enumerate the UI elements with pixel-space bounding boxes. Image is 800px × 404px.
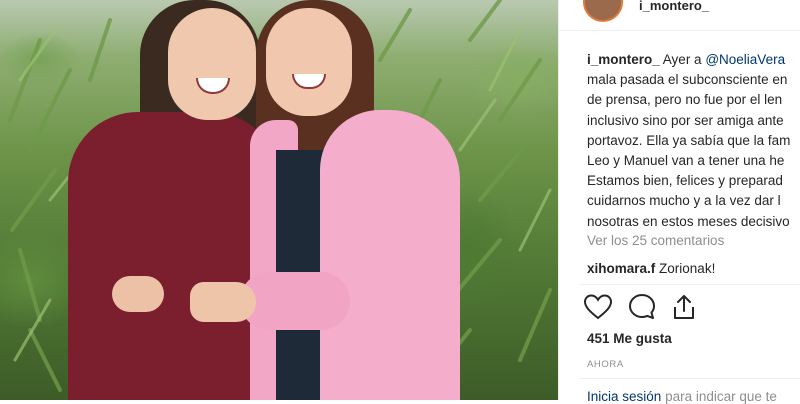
caption-line: Estamos bien, felices y preparad [587, 173, 783, 189]
caption-line: de prensa, pero no fue por el len [587, 92, 783, 108]
post-sidebar: i_montero_ i_montero_ Ayer a @NoeliaVera… [558, 0, 800, 404]
comment-text: Zorionak! [659, 261, 716, 276]
caption-line: i_montero_ Ayer a @NoeliaVera [587, 50, 800, 70]
share-icon[interactable] [669, 292, 699, 322]
arm-pink-sleeve [240, 272, 350, 330]
avatar[interactable] [583, 0, 623, 22]
view-comments-link[interactable]: Ver los 25 comentarios [587, 233, 724, 248]
caption-mention[interactable]: @NoeliaVera [705, 52, 785, 67]
caption-line: inclusivo sino por ser amiga ante [587, 112, 784, 128]
post-caption: i_montero_ Ayer a @NoeliaVera mala pasad… [587, 50, 800, 232]
person-right-cardigan-right [320, 110, 460, 400]
caption-text: Ayer a [662, 52, 706, 67]
footer-divider [579, 378, 800, 379]
person-right-face [266, 8, 352, 116]
login-prompt: Inicia sesión para indicar que te [587, 389, 777, 404]
hand-left [112, 276, 164, 312]
post-photo[interactable] [0, 0, 558, 400]
person-left-face [168, 8, 256, 120]
caption-line: nosotras en estos meses decisivo [587, 213, 790, 229]
post-timestamp: AHORA [587, 359, 624, 370]
caption-line: mala pasada el subconsciente en [587, 72, 788, 88]
person-right-smile [292, 74, 326, 89]
caption-username[interactable]: i_montero_ [587, 52, 660, 67]
header-divider [559, 30, 800, 31]
caption-line: Leo y Manuel van a tener una he [587, 153, 785, 169]
caption-line: portavoz. Ella ya sabía que la fam [587, 132, 791, 148]
hand-right [190, 282, 256, 322]
login-link[interactable]: Inicia sesión [587, 389, 661, 404]
comment-item: xihomara.f Zorionak! [587, 261, 715, 276]
login-prompt-text: para indicar que te [665, 389, 777, 404]
actions-divider [579, 284, 800, 285]
likes-count[interactable]: 451 Me gusta [587, 331, 672, 346]
heart-icon[interactable] [583, 292, 613, 322]
person-left-smile [196, 78, 230, 94]
caption-line: cuidarnos mucho y a la vez dar l [587, 193, 781, 209]
header-username[interactable]: i_montero_ [639, 0, 709, 13]
comment-icon[interactable] [627, 292, 657, 322]
comment-username[interactable]: xihomara.f [587, 261, 655, 276]
person-left-sweater [68, 112, 280, 400]
